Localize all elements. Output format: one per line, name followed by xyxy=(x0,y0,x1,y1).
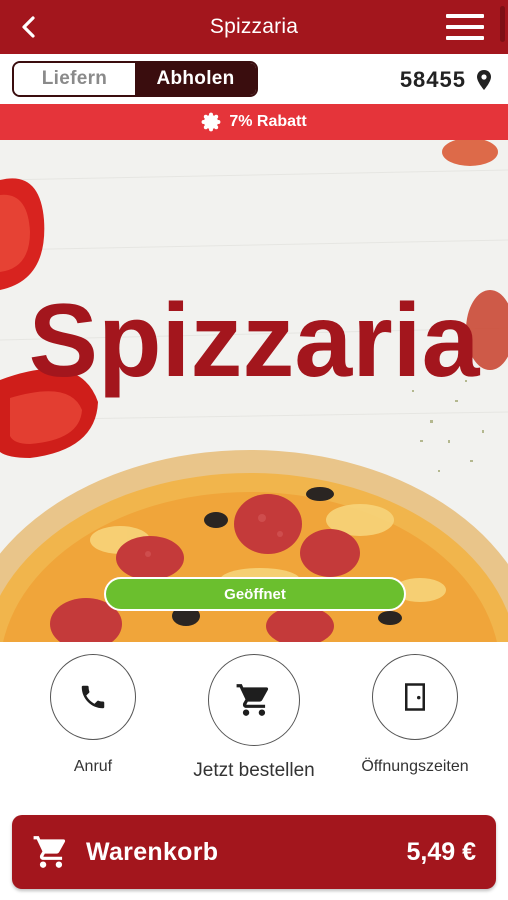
action-row: Anruf Jetzt bestellen Öffnungszeiten xyxy=(0,642,508,802)
order-now-label: Jetzt bestellen xyxy=(193,760,315,781)
discount-text: 7% Rabatt xyxy=(229,113,307,130)
scroll-indicator xyxy=(500,6,505,42)
hero-image: Spizzaria Geöffnet xyxy=(0,140,508,642)
hamburger-menu-icon xyxy=(446,14,484,18)
cart-label: Warenkorb xyxy=(86,837,219,866)
mode-bar: Liefern Abholen 58455 xyxy=(0,54,508,104)
phone-icon xyxy=(81,685,105,709)
cart-icon xyxy=(33,836,66,868)
menu-button[interactable] xyxy=(446,14,484,40)
delivery-mode-toggle: Liefern Abholen xyxy=(12,61,258,97)
cart-icon xyxy=(236,684,269,716)
map-pin-icon xyxy=(477,70,491,90)
postal-code: 58455 xyxy=(399,67,466,92)
app-title: Spizzaria xyxy=(209,15,299,38)
cart-bar[interactable]: Warenkorb 5,49 € xyxy=(12,815,496,889)
call-label: Anruf xyxy=(73,758,113,775)
cart-total: 5,49 € xyxy=(406,837,476,866)
back-button[interactable] xyxy=(14,12,42,42)
door-icon xyxy=(405,683,425,711)
logo-wordmark: Spizzaria xyxy=(29,283,481,399)
discount-banner: 7% Rabatt xyxy=(0,104,508,140)
order-now-button[interactable]: Jetzt bestellen xyxy=(179,654,329,782)
pizza-illustration: Spizzaria xyxy=(0,140,508,642)
back-chevron-icon xyxy=(22,16,35,38)
status-badge: Geöffnet xyxy=(104,577,406,611)
opening-hours-label: Öffnungszeiten xyxy=(361,758,469,775)
opening-hours-button[interactable]: Öffnungszeiten xyxy=(340,654,490,776)
mode-option-abholen[interactable]: Abholen xyxy=(135,63,256,95)
mode-option-liefern[interactable]: Liefern xyxy=(14,63,135,95)
location-selector[interactable]: 58455 xyxy=(400,66,492,94)
app-bar: Spizzaria xyxy=(0,0,508,54)
call-button[interactable]: Anruf xyxy=(18,654,168,776)
badge-icon xyxy=(201,112,221,132)
